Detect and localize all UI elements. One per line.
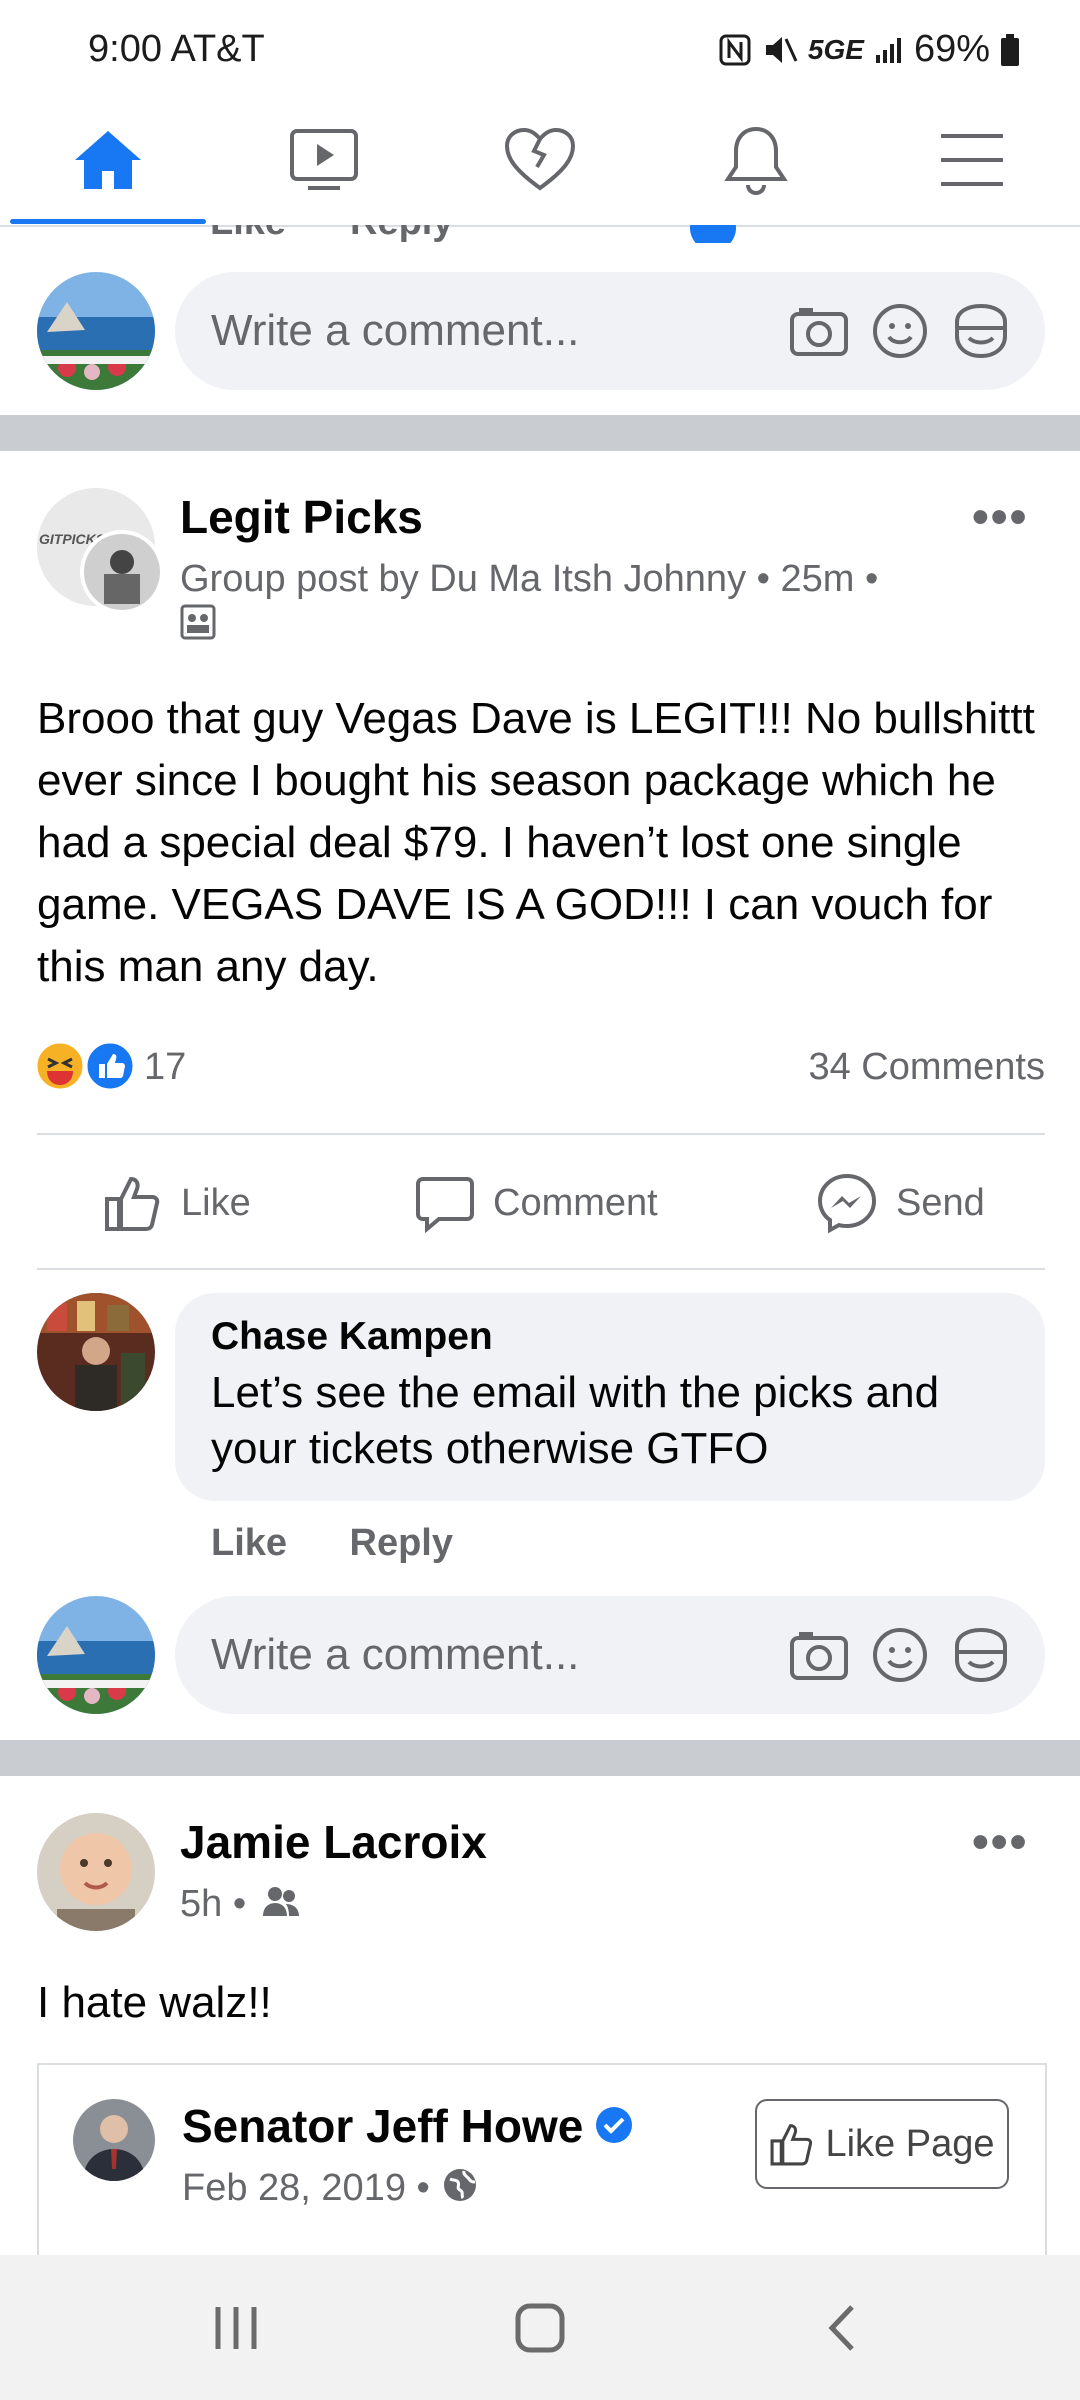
previous-comment-actions: Like Reply bbox=[0, 225, 1080, 243]
like-page-button[interactable]: Like Page bbox=[755, 2099, 1009, 2189]
post2-avatar[interactable] bbox=[37, 1813, 155, 1931]
previous-reaction-icon bbox=[690, 225, 736, 243]
comment-reply-link[interactable]: Reply bbox=[350, 1522, 453, 1564]
send-button[interactable]: Send bbox=[816, 1153, 985, 1253]
comment-author[interactable]: Chase Kampen bbox=[211, 1315, 493, 1359]
globe-icon bbox=[442, 2167, 478, 2203]
comment-text: Let’s see the email with the picks and y… bbox=[211, 1368, 940, 1473]
status-clock: 9:00 bbox=[88, 28, 162, 70]
post2-more-options-icon[interactable]: ••• bbox=[972, 1815, 1028, 1870]
commenter-avatar[interactable] bbox=[37, 1293, 155, 1411]
haha-reaction-icon bbox=[34, 1040, 86, 1092]
reactions-divider bbox=[37, 1133, 1045, 1135]
camera-icon[interactable] bbox=[789, 304, 849, 358]
status-icons: 5GE 69% bbox=[718, 28, 1020, 71]
status-time: 9:00 AT&T bbox=[88, 28, 265, 71]
battery-icon bbox=[1000, 33, 1020, 67]
camera-icon[interactable] bbox=[789, 1628, 849, 1682]
comment-actions: Like Reply bbox=[211, 1522, 511, 1565]
comment-input-2[interactable]: Write a comment... bbox=[175, 1596, 1045, 1714]
like-reaction-icon bbox=[84, 1040, 136, 1092]
current-user-avatar[interactable] bbox=[37, 272, 155, 390]
like-button-label: Like bbox=[181, 1181, 251, 1224]
like-page-label: Like Page bbox=[825, 2122, 995, 2165]
messenger-icon bbox=[816, 1172, 878, 1234]
feed-divider-2 bbox=[0, 1740, 1080, 1776]
like-button[interactable]: Like bbox=[103, 1153, 251, 1253]
comment-placeholder: Write a comment... bbox=[211, 306, 580, 355]
feed-divider bbox=[0, 415, 1080, 451]
status-bar: 9:00 AT&T 5GE 69% bbox=[0, 0, 1080, 95]
heart-icon bbox=[503, 126, 577, 194]
previous-reply-link[interactable]: Reply bbox=[350, 225, 453, 243]
nfc-icon bbox=[718, 33, 752, 67]
status-carrier: AT&T bbox=[170, 28, 265, 70]
send-button-label: Send bbox=[896, 1181, 985, 1224]
network-label: 5GE bbox=[807, 33, 864, 65]
tab-menu[interactable] bbox=[864, 95, 1080, 225]
system-nav-bar bbox=[0, 2255, 1080, 2400]
post-actions: Like Comment Send bbox=[0, 1153, 1080, 1253]
thumbs-up-icon bbox=[103, 1173, 163, 1233]
back-icon[interactable] bbox=[822, 2303, 862, 2353]
comment-bubble: Chase Kampen Let’s see the email with th… bbox=[175, 1293, 1045, 1501]
actions-divider bbox=[37, 1268, 1045, 1270]
shared-date: Feb 28, 2019 • bbox=[182, 2167, 430, 2209]
battery-percent: 69% bbox=[913, 28, 990, 70]
video-icon bbox=[288, 127, 360, 193]
post-more-options-icon[interactable]: ••• bbox=[972, 490, 1028, 545]
emoji-icon[interactable] bbox=[871, 302, 929, 360]
top-tab-bar bbox=[0, 95, 1080, 227]
sticker-icon[interactable] bbox=[951, 1626, 1011, 1684]
emoji-icon[interactable] bbox=[871, 1626, 929, 1684]
signal-icon bbox=[874, 35, 904, 65]
tab-dating[interactable] bbox=[432, 95, 648, 225]
post-author[interactable]: Legit Picks bbox=[180, 490, 423, 544]
home-icon bbox=[71, 127, 145, 193]
tab-notifications[interactable] bbox=[648, 95, 864, 225]
current-user-avatar-2[interactable] bbox=[37, 1596, 155, 1714]
poster-avatar[interactable] bbox=[80, 530, 164, 614]
tab-home[interactable] bbox=[0, 95, 216, 225]
post-body: Brooo that guy Vegas Dave is LEGIT!!! No… bbox=[37, 694, 1035, 991]
thumbs-up-icon bbox=[769, 2121, 815, 2167]
shared-post-card[interactable]: Senator Jeff Howe Feb 28, 2019 • Like Pa… bbox=[37, 2063, 1047, 2265]
group-icon bbox=[180, 604, 216, 640]
mute-icon bbox=[762, 33, 798, 67]
home-button-icon[interactable] bbox=[515, 2303, 565, 2353]
previous-like-link[interactable]: Like bbox=[210, 225, 286, 243]
comment-button-label: Comment bbox=[493, 1181, 658, 1224]
sticker-icon[interactable] bbox=[951, 302, 1011, 360]
shared-author[interactable]: Senator Jeff Howe bbox=[182, 2099, 583, 2153]
verified-badge-icon bbox=[594, 2105, 634, 2145]
comment-placeholder-2: Write a comment... bbox=[211, 1630, 580, 1679]
post2-body: I hate walz!! bbox=[37, 1978, 272, 2027]
tab-watch[interactable] bbox=[216, 95, 432, 225]
comments-count[interactable]: 34 Comments bbox=[808, 1046, 1045, 1089]
comment-like-link[interactable]: Like bbox=[211, 1522, 287, 1564]
comment-input-1[interactable]: Write a comment... bbox=[175, 272, 1045, 390]
shared-author-avatar[interactable] bbox=[73, 2099, 155, 2181]
active-tab-indicator bbox=[10, 219, 206, 224]
post-meta: Group post by Du Ma Itsh Johnny • 25m • bbox=[180, 558, 879, 600]
friends-audience-icon bbox=[262, 1884, 300, 1918]
reaction-count: 17 bbox=[144, 1046, 187, 1088]
post2-author[interactable]: Jamie Lacroix bbox=[180, 1815, 487, 1869]
post2-time: 5h • bbox=[180, 1883, 247, 1925]
comment-button[interactable]: Comment bbox=[415, 1153, 658, 1253]
bell-icon bbox=[722, 123, 790, 197]
comment-bubble-icon bbox=[415, 1173, 475, 1233]
hamburger-menu-icon bbox=[939, 132, 1005, 188]
recent-apps-icon[interactable] bbox=[212, 2305, 260, 2351]
